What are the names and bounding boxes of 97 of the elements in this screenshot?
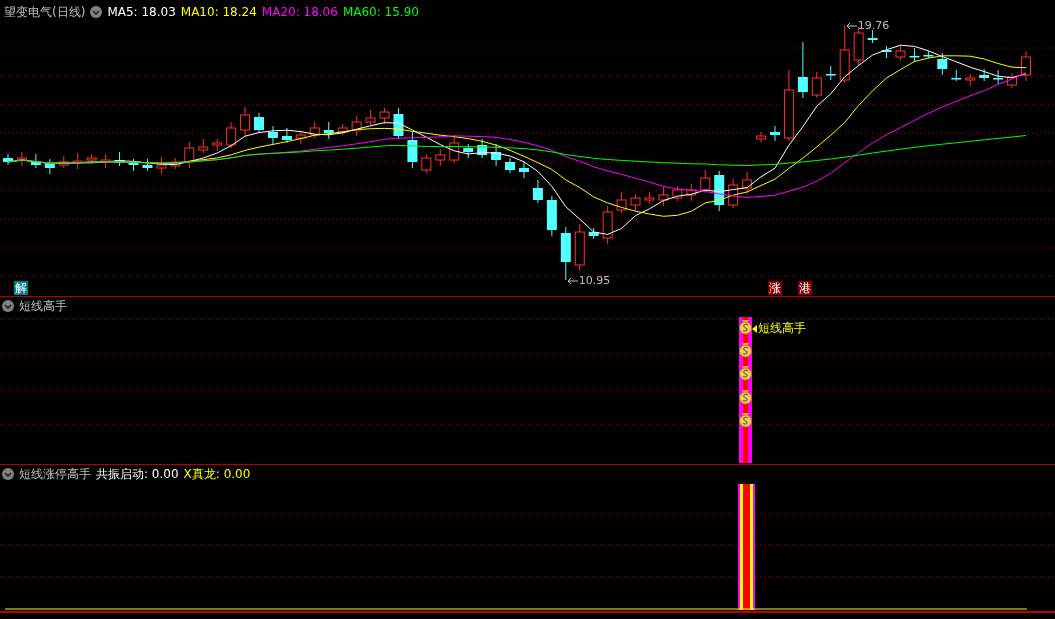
candlestick [797, 41, 808, 99]
candlestick [505, 157, 516, 174]
candlestick [951, 69, 962, 82]
collapse-chevron-icon[interactable] [90, 6, 103, 18]
candlestick [449, 134, 460, 164]
candlestick [379, 107, 390, 125]
candlestick [337, 123, 348, 136]
money-bag-icon [739, 320, 752, 335]
candlestick [156, 156, 167, 175]
candlestick [393, 107, 404, 140]
candlestick [867, 29, 878, 44]
candlestick [742, 171, 753, 195]
candlestick [560, 226, 571, 281]
candlestick [72, 152, 83, 170]
candlestick [365, 109, 376, 126]
candlestick [532, 179, 543, 204]
candlestick [644, 191, 655, 204]
signal-badge: 港 [798, 281, 812, 295]
candlestick [602, 205, 613, 245]
money-bag-icon [739, 343, 752, 358]
money-bag-icon [739, 390, 752, 405]
stock-title: 望变电气(日线) [4, 3, 86, 21]
candlestick [1007, 72, 1018, 89]
candlestick [714, 170, 725, 212]
candlestick [421, 153, 432, 174]
candlestick [630, 193, 641, 212]
signal-badge: 涨 [768, 281, 782, 295]
candlestick [44, 158, 55, 175]
candlestick [463, 143, 474, 159]
candlestick [281, 127, 292, 144]
candlestick [435, 148, 446, 167]
pointer-arrow-icon [845, 21, 857, 30]
candlestick [295, 130, 306, 145]
candlestick [518, 161, 529, 179]
indicator-title: 短线涨停高手 [19, 465, 91, 483]
money-bag-icon [739, 413, 752, 428]
candlestick [825, 65, 836, 81]
candlestick [546, 195, 557, 237]
candlestick [323, 121, 334, 140]
moving-average-reading: MA10: 18.24 [180, 5, 257, 19]
candlestick [477, 138, 488, 159]
candlestick [58, 155, 69, 169]
candlestick [658, 186, 669, 207]
indicator-reading: 共振启动: 0.00 [96, 465, 179, 483]
candlestick [965, 73, 976, 87]
candlestick [30, 153, 41, 169]
candlestick [700, 169, 711, 194]
candlestick [811, 71, 822, 99]
candlestick [1021, 50, 1031, 82]
candlestick [923, 50, 934, 59]
money-bag-icon [739, 366, 752, 381]
candlestick [770, 125, 780, 142]
pointer-arrow-icon [752, 324, 757, 333]
candlestick [881, 45, 892, 59]
candlestick [170, 157, 181, 170]
moving-average-reading: MA5: 18.03 [107, 5, 176, 19]
candlestick [728, 178, 739, 209]
candlestick [491, 143, 502, 167]
candlestick [574, 223, 585, 272]
moving-average-reading: MA60: 15.90 [342, 5, 419, 19]
candlestick [839, 24, 850, 84]
candlestick [254, 112, 264, 134]
candlestick [309, 121, 320, 139]
candlestick [3, 153, 13, 166]
indicator-title: 短线高手 [19, 297, 67, 315]
candlestick [86, 153, 97, 164]
moving-average-reading: MA20: 18.06 [261, 5, 338, 19]
price-label: 10.95 [578, 274, 611, 287]
candlestick [212, 138, 223, 152]
candlestick [16, 151, 27, 167]
candlestick [100, 153, 111, 169]
candlestick [226, 121, 237, 149]
candlestick [895, 44, 906, 61]
candlestick [588, 227, 599, 240]
candlestick [351, 115, 362, 137]
candlestick [184, 141, 195, 169]
candlestick [142, 158, 153, 172]
candlestick [198, 138, 209, 154]
candlestick [979, 68, 990, 82]
collapse-chevron-icon[interactable] [2, 300, 14, 312]
candlestick [267, 125, 278, 145]
candlestick [407, 131, 418, 169]
candlestick [240, 106, 251, 137]
pointer-arrow-icon [566, 276, 578, 285]
collapse-chevron-icon[interactable] [2, 468, 14, 480]
candlestick [937, 52, 948, 76]
candlestick [756, 131, 767, 143]
candlestick [616, 191, 627, 214]
candlestick [672, 185, 683, 202]
candlestick [993, 69, 1004, 85]
signal-badge: 解 [14, 281, 28, 295]
indicator-reading: X真龙: 0.00 [183, 465, 251, 483]
signal-label: 短线高手 [758, 320, 806, 337]
candlestick [128, 158, 139, 172]
candlestick [909, 47, 920, 63]
candlestick [686, 183, 697, 202]
price-label: 19.76 [857, 19, 890, 32]
